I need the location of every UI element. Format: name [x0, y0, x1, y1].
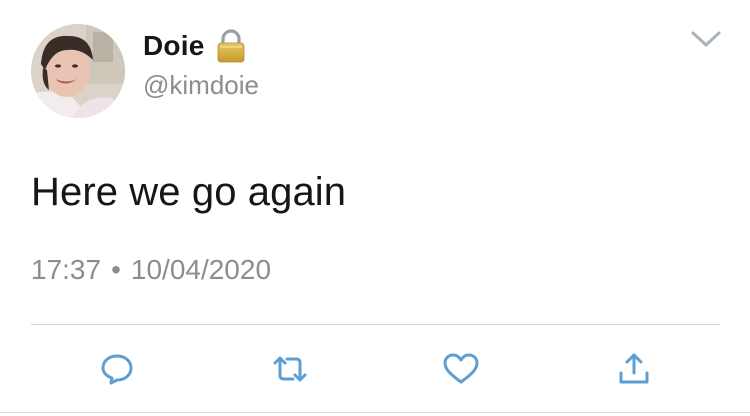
bottom-border [0, 412, 750, 413]
tweet-card: Doie @kimdoie Here we go again 17:37 • 1… [0, 0, 750, 416]
display-name[interactable]: Doie [143, 30, 204, 62]
tweet-text: Here we go again [31, 170, 347, 214]
lock-icon [218, 29, 245, 63]
heart-icon [443, 353, 479, 384]
like-button[interactable] [441, 349, 481, 389]
name-row: Doie [143, 28, 246, 64]
divider [31, 324, 720, 325]
share-icon [619, 353, 649, 384]
tweet-date: 10/04/2020 [130, 254, 272, 285]
tweet-timestamp[interactable]: 17:37 • 10/04/2020 [31, 254, 271, 286]
retweet-button[interactable] [270, 349, 310, 389]
reply-icon [101, 354, 133, 385]
tweet-time: 17:37 [31, 254, 102, 285]
user-handle[interactable]: @kimdoie [143, 70, 259, 101]
reply-button[interactable] [97, 349, 137, 389]
retweet-icon [273, 356, 307, 382]
meta-separator: • [111, 254, 121, 285]
avatar-photo [31, 24, 125, 118]
chevron-down-icon[interactable] [689, 26, 723, 52]
avatar[interactable] [31, 24, 125, 118]
share-button[interactable] [614, 349, 654, 389]
